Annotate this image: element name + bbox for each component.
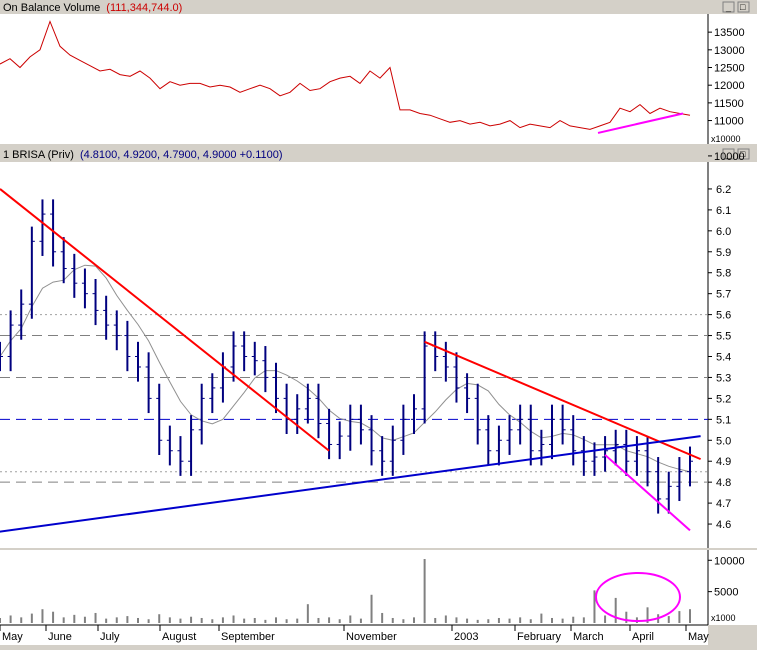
x-tick-label: May (2, 631, 23, 643)
volume-y-tick-label: 5000 (714, 587, 738, 599)
obv-title-label: On Balance Volume (3, 2, 100, 14)
x-tick-label: June (48, 631, 72, 643)
price-y-tick-label: 5.3 (716, 372, 731, 384)
price-y-tick-label: 5.4 (716, 352, 731, 364)
x-tick-label: November (346, 631, 397, 643)
x-tick-label: March (573, 631, 604, 643)
price-y-tick-label: 4.8 (716, 477, 731, 489)
price-y-tick-label: 4.6 (716, 519, 731, 531)
chart-window: On Balance Volume (111,344,744.0) 1 BRIS… (0, 0, 757, 645)
obv-y-tick-label: 11000 (714, 116, 744, 128)
volume-multiplier: x1000 (711, 613, 736, 623)
price-y-tick-label: 4.9 (716, 456, 731, 468)
x-tick-label: August (162, 631, 196, 643)
price-y-tick-label: 5.9 (716, 247, 731, 259)
volume-y-tick-label: 10000 (714, 555, 745, 567)
price-y-tick-label: 5.7 (716, 289, 731, 301)
x-tick-label: September (221, 631, 275, 643)
obv-minimize-glyph: _ (725, 2, 732, 12)
obv-y-tick-label: 13000 (714, 45, 745, 57)
price-y-tick-label: 5.1 (716, 414, 731, 426)
x-tick-label: February (517, 631, 562, 643)
obv-y-tick-label: 11500 (714, 98, 744, 110)
price-y-tick-label: 6.2 (716, 184, 731, 196)
obv-y-tick-label: 12000 (714, 80, 745, 92)
obv-maximize-glyph: □ (740, 2, 746, 12)
obv-y-tick-label: 13500 (714, 27, 745, 39)
obv-multiplier: x10000 (711, 134, 741, 144)
x-tick-label: May (688, 631, 709, 643)
price-y-tick-label: 5.2 (716, 393, 731, 405)
x-tick-label: April (632, 631, 654, 643)
obv-title: On Balance Volume (111,344,744.0) (3, 2, 182, 14)
obv-y-tick-label: 10000 (714, 151, 745, 163)
obv-y-tick-label: 12500 (714, 63, 745, 75)
chart-canvas: On Balance Volume (111,344,744.0) 1 BRIS… (0, 0, 757, 645)
price-plot-area (0, 162, 708, 548)
price-y-tick-label: 5.8 (716, 268, 731, 280)
obv-title-value: (111,344,744.0) (106, 2, 182, 14)
price-y-tick-label: 4.7 (716, 498, 731, 510)
price-title: 1 BRISA (Priv) (4.8100, 4.9200, 4.7900, … (3, 149, 283, 161)
price-y-tick-label: 6.1 (716, 205, 731, 217)
price-title-values: (4.8100, 4.9200, 4.7900, 4.9000 +0.1100) (80, 149, 283, 161)
price-y-tick-label: 6.0 (716, 226, 731, 238)
price-y-tick-label: 5.0 (716, 435, 731, 447)
volume-plot-area (0, 550, 708, 625)
x-tick-label: July (100, 631, 120, 643)
price-y-tick-label: 5.6 (716, 310, 731, 322)
x-tick-label: 2003 (454, 631, 478, 643)
price-y-tick-label: 5.5 (716, 331, 731, 343)
price-title-label: 1 BRISA (Priv) (3, 149, 74, 161)
